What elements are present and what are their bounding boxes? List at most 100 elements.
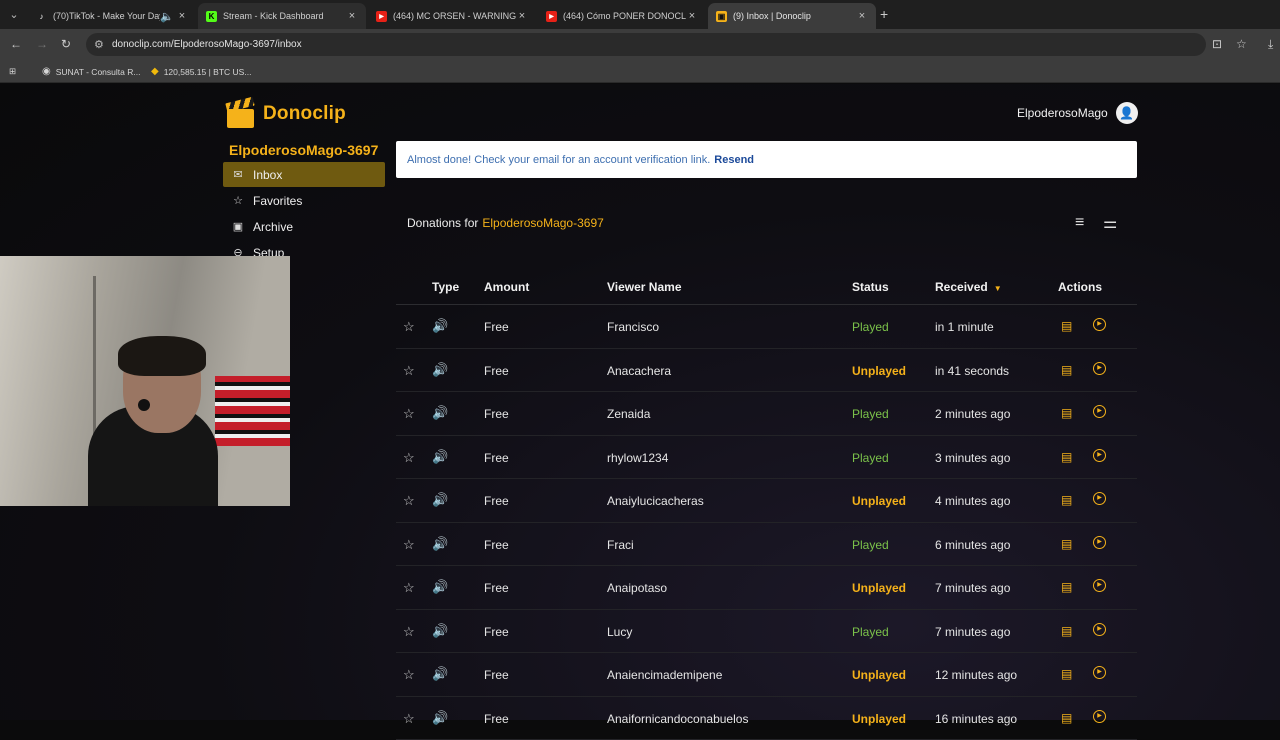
row-received: 6 minutes ago (935, 538, 1010, 552)
play-action-icon[interactable]: ▶ (1093, 449, 1106, 462)
table-row[interactable]: ☆🔊FreeZenaidaPlayed2 minutes ago▤▶ (396, 392, 1137, 436)
download-icon[interactable]: ⤓ (1268, 37, 1273, 52)
play-action-icon[interactable]: ▶ (1093, 318, 1106, 331)
browser-tab-kick[interactable]: K Stream - Kick Dashboard × (198, 3, 366, 29)
row-viewer-name: Anaiylucicacheras (607, 494, 704, 508)
translate-icon[interactable]: ⊡ (1212, 37, 1222, 51)
archive-action-icon[interactable]: ▤ (1061, 493, 1072, 507)
sliders-icon[interactable]: ⚌ (1103, 213, 1117, 233)
user-menu[interactable]: ElpoderosoMago 👤 (1017, 102, 1138, 124)
bookmark-btc[interactable]: ◆ 120,585.15 | BTC US... (151, 66, 251, 77)
column-amount[interactable]: Amount (484, 280, 529, 294)
column-status[interactable]: Status (852, 280, 889, 294)
tiktok-icon: ♪ (36, 11, 47, 22)
tab-title: (464) Cómo PONER DONOCLIP (563, 11, 686, 21)
table-row[interactable]: ☆🔊FreeAnaipotasoUnplayed7 minutes ago▤▶ (396, 566, 1137, 610)
archive-action-icon[interactable]: ▤ (1061, 624, 1072, 638)
play-action-icon[interactable]: ▶ (1093, 536, 1106, 549)
archive-action-icon[interactable]: ▤ (1061, 319, 1072, 333)
archive-action-icon[interactable]: ▤ (1061, 580, 1072, 594)
filter-icon[interactable]: ≡ (1075, 214, 1084, 232)
table-row[interactable]: ☆🔊FreeAnacacheraUnplayedin 41 seconds▤▶ (396, 349, 1137, 393)
play-action-icon[interactable]: ▶ (1093, 710, 1106, 723)
column-type[interactable]: Type (432, 280, 459, 294)
play-action-icon[interactable]: ▶ (1093, 362, 1106, 375)
mute-icon[interactable]: 🔈 (160, 10, 172, 23)
archive-action-icon[interactable]: ▤ (1061, 667, 1072, 681)
new-tab-icon[interactable]: + (880, 6, 888, 22)
sound-alert-icon: 🔊 (432, 362, 448, 378)
sidebar-item-favorites[interactable]: ☆ Favorites (223, 188, 385, 213)
back-icon[interactable]: ← (10, 37, 22, 51)
sound-alert-icon: 🔊 (432, 710, 448, 726)
forward-icon[interactable]: → (36, 37, 48, 51)
favorite-star-icon[interactable]: ☆ (403, 406, 415, 422)
apps-grid-icon[interactable]: ⊞ (9, 66, 16, 77)
archive-action-icon[interactable]: ▤ (1061, 406, 1072, 420)
browser-tab-donoclip[interactable]: ▣ (9) Inbox | Donoclip × (708, 3, 876, 29)
site-info-icon[interactable]: ⚙ (94, 38, 104, 51)
close-tab-icon[interactable]: × (686, 10, 698, 22)
column-viewer-name[interactable]: Viewer Name (607, 280, 682, 294)
play-action-icon[interactable]: ▶ (1093, 623, 1106, 636)
row-amount: Free (484, 407, 509, 421)
row-viewer-name: Anaipotaso (607, 581, 667, 595)
favorite-star-icon[interactable]: ☆ (403, 624, 415, 640)
bookmark-sunat[interactable]: ◉ SUNAT - Consulta R... (42, 66, 140, 77)
sound-alert-icon: 🔊 (432, 623, 448, 639)
row-viewer-name: Fraci (607, 538, 634, 552)
donations-channel: ElpoderosoMago-3697 (482, 216, 603, 230)
play-action-icon[interactable]: ▶ (1093, 492, 1106, 505)
play-action-icon[interactable]: ▶ (1093, 405, 1106, 418)
sound-alert-icon: 🔊 (432, 492, 448, 508)
table-row[interactable]: ☆🔊FreeAnaiylucicacherasUnplayed4 minutes… (396, 479, 1137, 523)
archive-action-icon[interactable]: ▤ (1061, 450, 1072, 464)
sidebar-item-label: Favorites (253, 194, 302, 208)
archive-icon: ▣ (231, 220, 245, 233)
url-input[interactable]: ⚙ donoclip.com/ElpoderosoMago-3697/inbox (86, 33, 1206, 56)
favorite-star-icon[interactable]: ☆ (403, 450, 415, 466)
table-row[interactable]: ☆🔊Freerhylow1234Played3 minutes ago▤▶ (396, 436, 1137, 480)
resend-link[interactable]: Resend (714, 154, 754, 166)
favorite-star-icon[interactable]: ☆ (403, 363, 415, 379)
row-amount: Free (484, 668, 509, 682)
favorite-star-icon[interactable]: ☆ (403, 537, 415, 553)
favorite-star-icon[interactable]: ☆ (403, 319, 415, 335)
row-status: Unplayed (852, 712, 906, 726)
favorite-star-icon[interactable]: ☆ (403, 667, 415, 683)
reload-icon[interactable]: ↻ (61, 37, 71, 51)
clapperboard-icon (224, 98, 256, 130)
column-received[interactable]: Received▼ (935, 280, 1002, 294)
sidebar-item-inbox[interactable]: ✉ Inbox (223, 162, 385, 187)
favorite-star-icon[interactable]: ☆ (403, 711, 415, 727)
table-row[interactable]: ☆🔊FreeFranciscoPlayedin 1 minute▤▶ (396, 305, 1137, 349)
archive-action-icon[interactable]: ▤ (1061, 363, 1072, 377)
bookmark-star-icon[interactable]: ☆ (1236, 37, 1247, 51)
close-tab-icon[interactable]: × (176, 10, 188, 22)
close-tab-icon[interactable]: × (346, 10, 358, 22)
sidebar-item-archive[interactable]: ▣ Archive (223, 214, 385, 239)
globe-icon: ◉ (42, 66, 51, 77)
archive-action-icon[interactable]: ▤ (1061, 711, 1072, 725)
sound-alert-icon: 🔊 (432, 666, 448, 682)
donoclip-logo[interactable]: Donoclip (224, 98, 346, 130)
play-action-icon[interactable]: ▶ (1093, 579, 1106, 592)
table-row[interactable]: ☆🔊FreeAnaiencimademipeneUnplayed12 minut… (396, 653, 1137, 697)
archive-action-icon[interactable]: ▤ (1061, 537, 1072, 551)
sidebar-item-label: Inbox (253, 168, 282, 182)
table-row[interactable]: ☆🔊FreeAnaifornicandoconabuelosUnplayed16… (396, 697, 1137, 740)
browser-tab-youtube-2[interactable]: ▶ (464) Cómo PONER DONOCLIP × (538, 3, 706, 29)
bookmark-label: 120,585.15 | BTC US... (164, 67, 252, 77)
browser-tab-tiktok[interactable]: ♪ (70)TikTok - Make Your Day 🔈 × (28, 3, 196, 29)
table-row[interactable]: ☆🔊FreeFraciPlayed6 minutes ago▤▶ (396, 523, 1137, 567)
tab-search-icon[interactable]: ⌄ (6, 7, 22, 23)
row-received: 7 minutes ago (935, 625, 1010, 639)
favorite-star-icon[interactable]: ☆ (403, 493, 415, 509)
favorite-star-icon[interactable]: ☆ (403, 580, 415, 596)
browser-tab-youtube-1[interactable]: ▶ (464) MC ORSEN - WARNING ( × (368, 3, 536, 29)
play-action-icon[interactable]: ▶ (1093, 666, 1106, 679)
bookmark-label: SUNAT - Consulta R... (56, 67, 141, 77)
table-row[interactable]: ☆🔊FreeLucyPlayed7 minutes ago▤▶ (396, 610, 1137, 654)
close-tab-icon[interactable]: × (516, 10, 528, 22)
close-tab-icon[interactable]: × (856, 10, 868, 22)
